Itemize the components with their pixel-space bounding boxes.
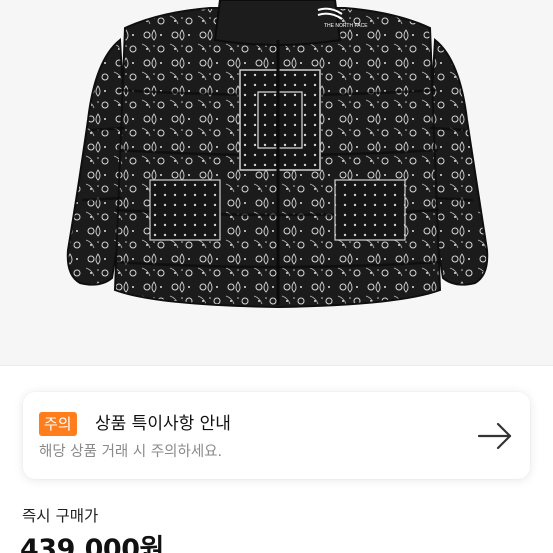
instant-buy-price: 439,000원: [20, 534, 164, 553]
instant-buy-price-label: 즉시 구매가: [22, 507, 99, 525]
caution-badge: 주의: [39, 412, 77, 436]
arrow-right-icon[interactable]: [475, 416, 515, 456]
jacket-illustration: THE NORTH FACE: [66, 0, 489, 309]
product-image[interactable]: THE NORTH FACE: [0, 0, 553, 365]
notice-title: 상품 특이사항 안내: [95, 414, 231, 434]
section-divider: [0, 365, 553, 366]
product-detail-page: THE NORTH FACE 주의 상품 특이사항 안내 해당 상품 거래 시 …: [0, 0, 553, 553]
notice-description: 해당 상품 거래 시 주의하세요.: [39, 444, 223, 460]
svg-text:THE NORTH FACE: THE NORTH FACE: [324, 23, 368, 29]
product-notice-card[interactable]: 주의 상품 특이사항 안내 해당 상품 거래 시 주의하세요.: [23, 392, 530, 479]
